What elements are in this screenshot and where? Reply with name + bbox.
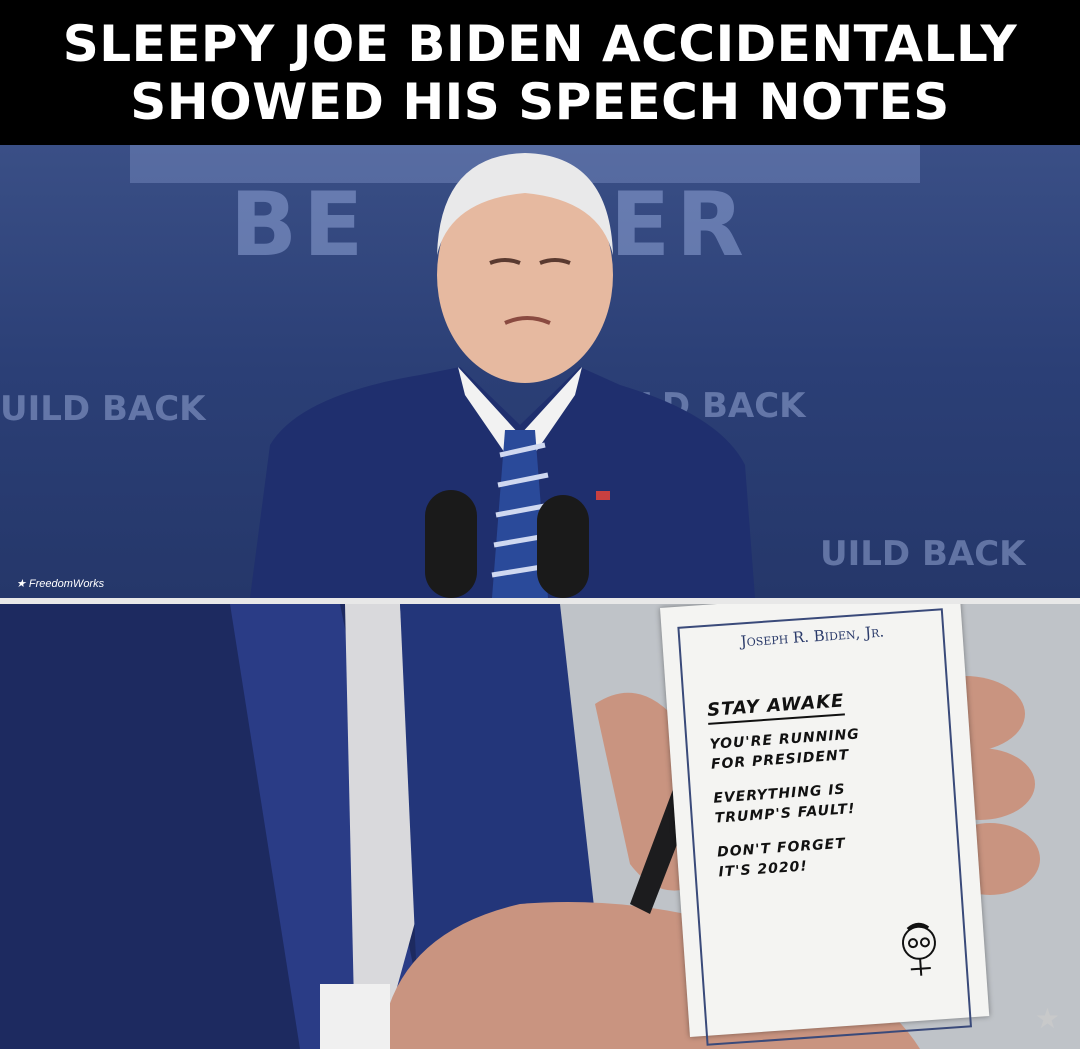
podium-scene-illustration: BE ER UILD BACK UILD BACK UILD BACK — [0, 145, 1027, 598]
speech-notes-photo: Joseph R. Biden, Jr. STAY AWAKE YOU'RE R… — [0, 604, 1080, 1049]
caption-line-2: SHOWED HIS SPEECH NOTES — [130, 72, 950, 131]
svg-text:ER: ER — [610, 173, 750, 276]
svg-text:BE: BE — [230, 173, 369, 276]
meme-caption-banner: SLEEPY JOE BIDEN ACCIDENTALLY SHOWED HIS… — [0, 0, 1080, 145]
meme-image: SLEEPY JOE BIDEN ACCIDENTALLY SHOWED HIS… — [0, 0, 1080, 1049]
doodle-face-icon — [901, 922, 936, 976]
podium-photo: BE ER UILD BACK UILD BACK UILD BACK ★ Fr… — [0, 145, 1080, 598]
note-card-body: STAY AWAKE YOU'RE RUNNING FOR PRESIDENT … — [706, 683, 959, 882]
svg-text:UILD BACK: UILD BACK — [0, 389, 207, 429]
caption-line-1: SLEEPY JOE BIDEN ACCIDENTALLY — [62, 14, 1018, 73]
svg-text:UILD BACK: UILD BACK — [820, 534, 1027, 574]
star-logo-icon: ★ — [1034, 1002, 1060, 1035]
speech-note-card: Joseph R. Biden, Jr. STAY AWAKE YOU'RE R… — [660, 604, 990, 1046]
freedomworks-watermark: ★ FreedomWorks — [16, 578, 105, 590]
